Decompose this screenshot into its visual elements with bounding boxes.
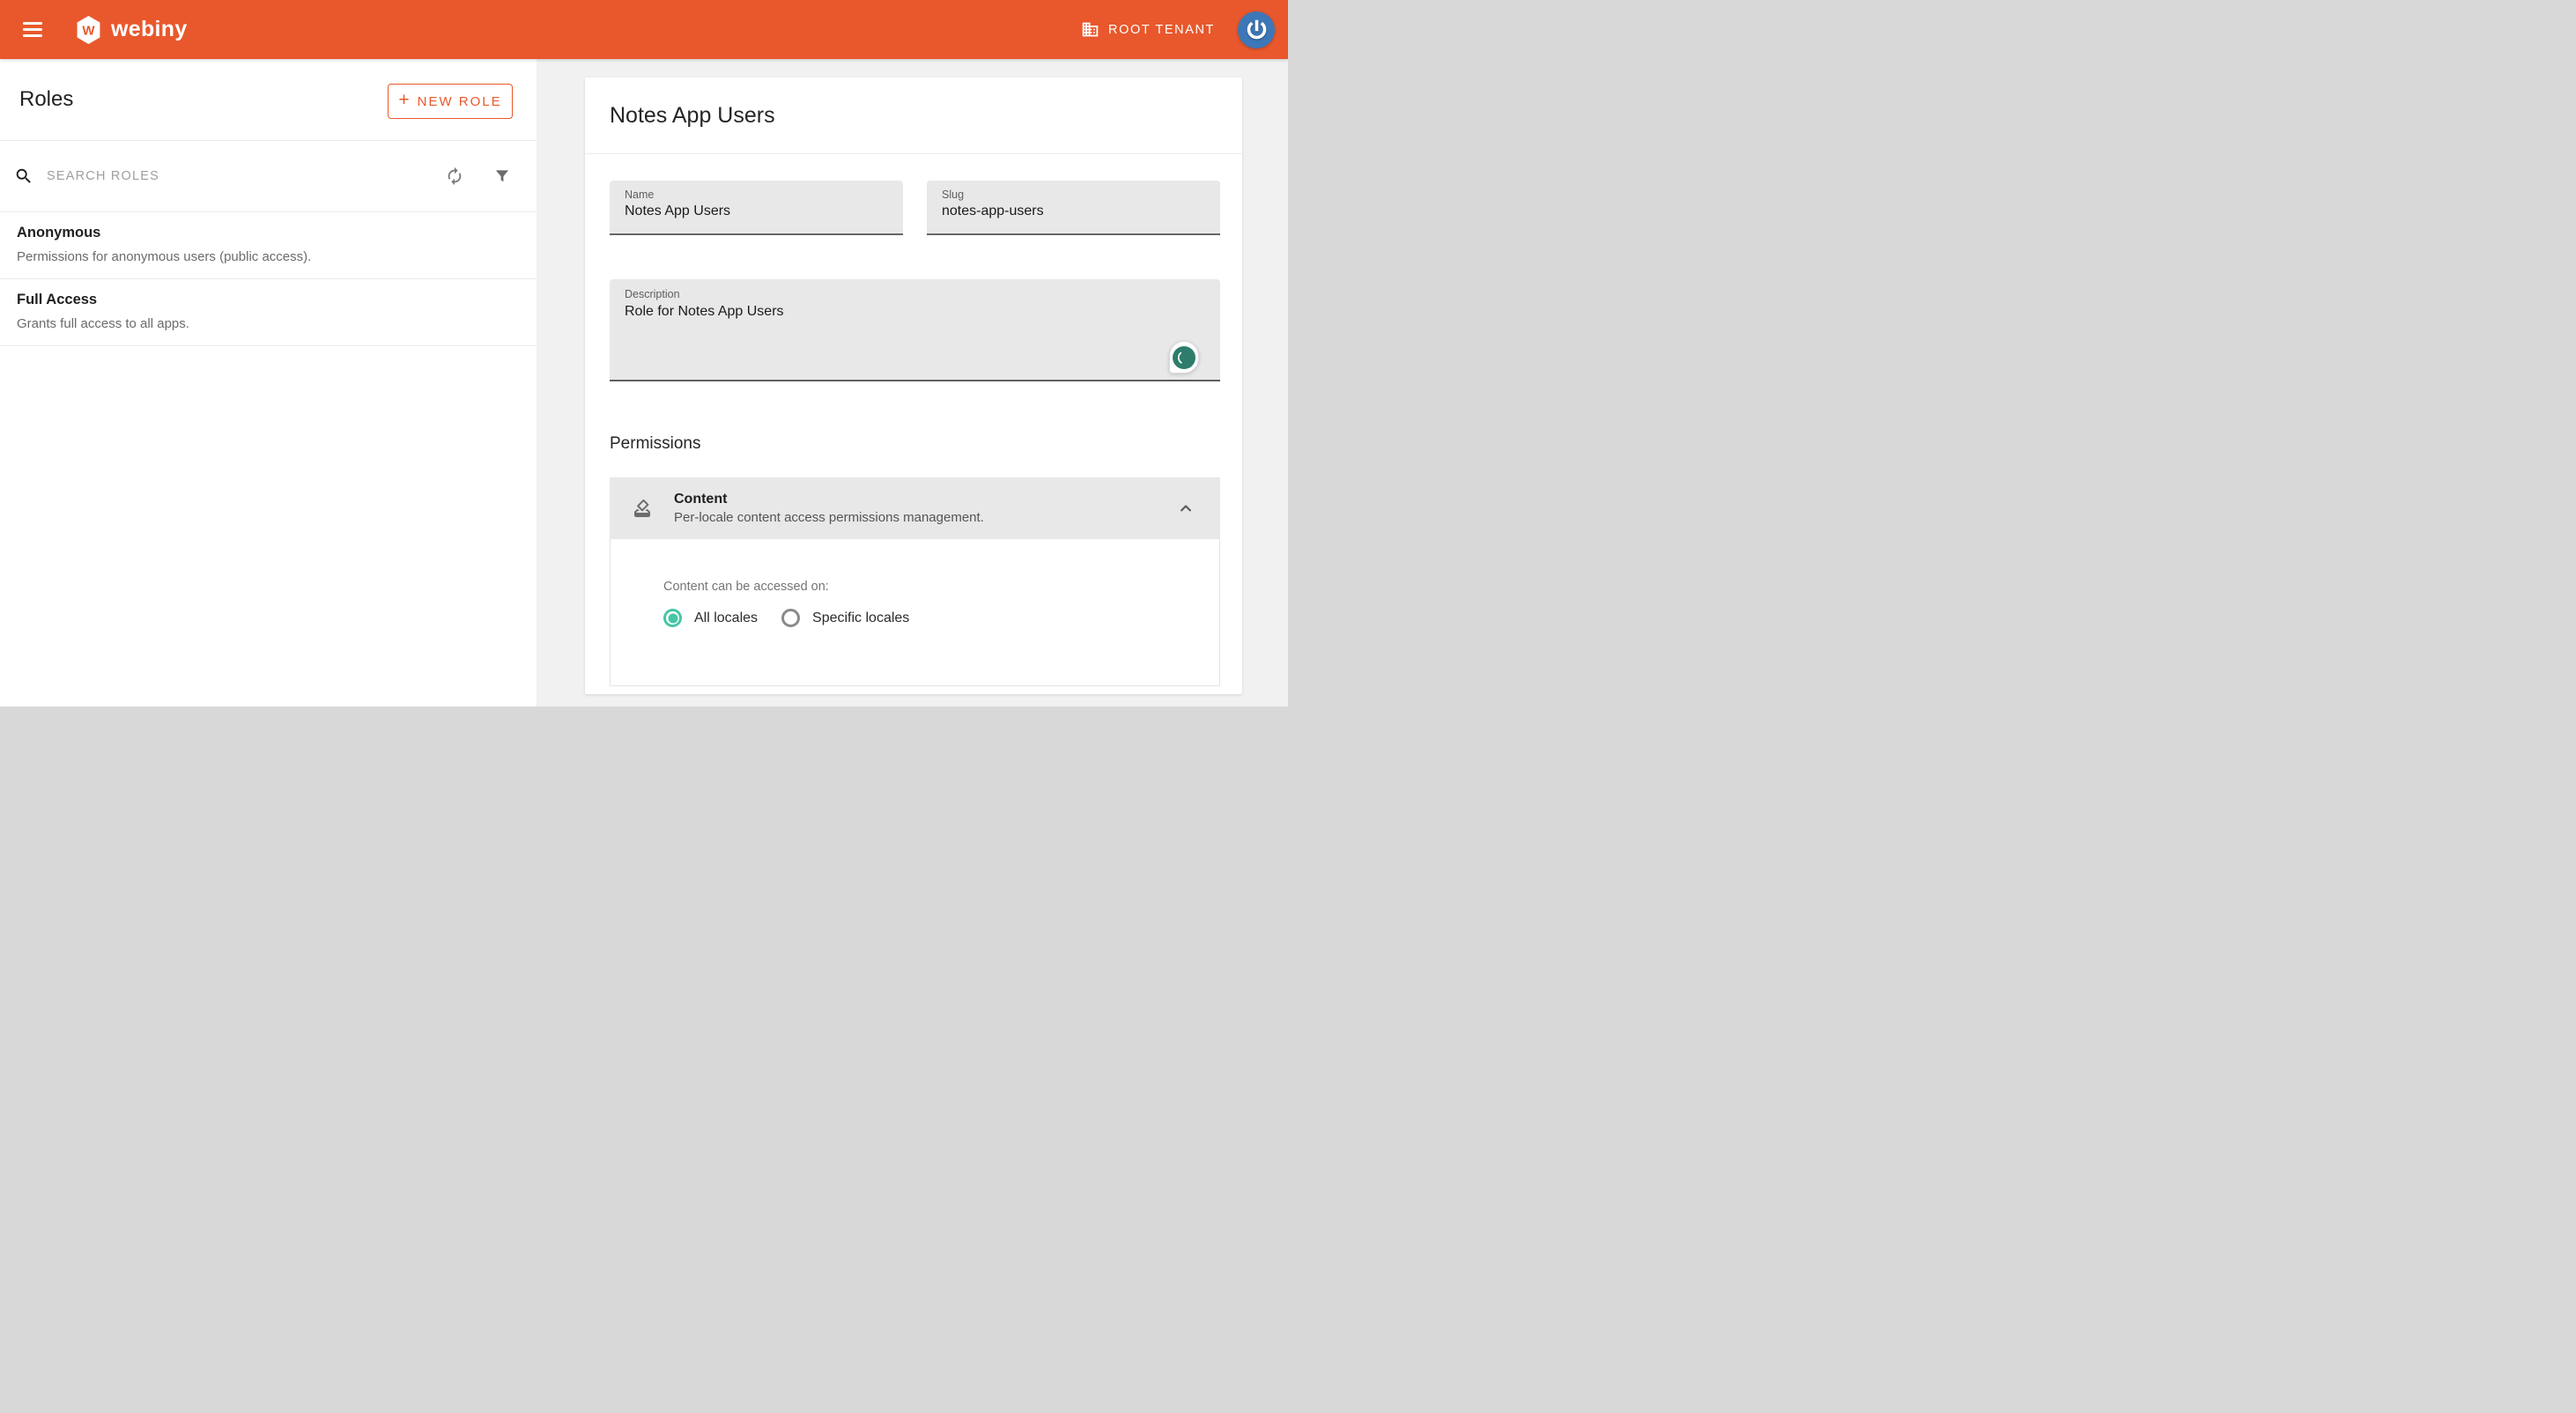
slug-field-label: Slug: [942, 189, 1205, 201]
role-details-card: Notes App Users Name Slug Description Ro…: [585, 78, 1242, 694]
webiny-admin-screen: W webiny ROOT TENANT Roles: [0, 0, 1288, 706]
roles-panel: Roles + NEW ROLE: [0, 59, 537, 706]
webiny-hexagon-logo: W: [76, 16, 101, 44]
chat-widget-icon[interactable]: [1169, 341, 1199, 374]
description-field[interactable]: Description Role for Notes App Users: [610, 279, 1220, 381]
refresh-icon[interactable]: [443, 165, 466, 188]
permissions-heading: Permissions: [610, 434, 1220, 454]
content-accordion-title: Content: [674, 492, 984, 507]
content-accordion-body: Content can be accessed on: All locales …: [610, 539, 1220, 686]
name-input[interactable]: [625, 203, 888, 219]
content-accordion-header[interactable]: Content Per-locale content access permis…: [610, 477, 1220, 539]
radio-all-locales[interactable]: [663, 609, 682, 627]
description-field-label: Description: [625, 288, 1205, 300]
name-field-label: Name: [625, 189, 888, 201]
name-field[interactable]: Name: [610, 181, 903, 235]
slug-field[interactable]: Slug: [927, 181, 1220, 235]
role-item-name: Full Access: [17, 292, 519, 308]
menu-icon[interactable]: [23, 22, 42, 37]
power-icon: [1245, 18, 1269, 41]
top-bar: W webiny ROOT TENANT: [0, 0, 1288, 59]
ballot-box-icon: [632, 498, 653, 519]
building-icon: [1081, 20, 1099, 39]
user-avatar[interactable]: [1238, 11, 1275, 48]
roles-search-bar: [0, 141, 537, 212]
locales-access-label: Content can be accessed on:: [663, 580, 1219, 594]
role-details-area: Notes App Users Name Slug Description Ro…: [537, 59, 1288, 706]
hexagon-w-letter: W: [82, 23, 95, 38]
webiny-logo[interactable]: W webiny: [76, 16, 188, 44]
role-list-item-full-access[interactable]: Full Access Grants full access to all ap…: [0, 279, 537, 346]
search-input[interactable]: [45, 168, 443, 184]
radio-specific-locales[interactable]: [781, 609, 800, 627]
locales-radio-group: All locales Specific locales: [663, 609, 1219, 627]
brand-wordmark: webiny: [111, 17, 188, 42]
plus-icon: +: [398, 90, 409, 111]
filter-icon[interactable]: [491, 165, 514, 188]
new-role-button-label: NEW ROLE: [418, 94, 502, 109]
role-item-description: Permissions for anonymous users (public …: [17, 249, 519, 264]
name-slug-row: Name Slug: [610, 181, 1220, 235]
role-details-title: Notes App Users: [610, 103, 775, 129]
slug-input[interactable]: [942, 203, 1205, 219]
description-textarea[interactable]: Role for Notes App Users: [625, 304, 1205, 360]
page-title: Roles: [19, 87, 73, 112]
radio-specific-locales-label[interactable]: Specific locales: [812, 610, 909, 626]
role-details-header: Notes App Users: [585, 78, 1242, 154]
new-role-button[interactable]: + NEW ROLE: [388, 84, 513, 119]
content-accordion-titles: Content Per-locale content access permis…: [674, 492, 984, 525]
radio-all-locales-label[interactable]: All locales: [694, 610, 758, 626]
content-permissions-accordion: Content Per-locale content access permis…: [610, 477, 1220, 686]
chevron-up-icon[interactable]: [1176, 499, 1195, 518]
role-list-item-anonymous[interactable]: Anonymous Permissions for anonymous user…: [0, 212, 537, 279]
role-details-form: Name Slug Description Role for Notes App…: [585, 181, 1242, 686]
role-item-description: Grants full access to all apps.: [17, 316, 519, 331]
search-icon: [14, 166, 33, 186]
role-item-name: Anonymous: [17, 225, 519, 241]
tenant-selector[interactable]: ROOT TENANT: [1081, 20, 1215, 39]
content-accordion-subtitle: Per-locale content access permissions ma…: [674, 510, 984, 525]
roles-list: Anonymous Permissions for anonymous user…: [0, 212, 537, 346]
roles-panel-header: Roles + NEW ROLE: [0, 59, 537, 141]
tenant-label: ROOT TENANT: [1108, 23, 1215, 37]
